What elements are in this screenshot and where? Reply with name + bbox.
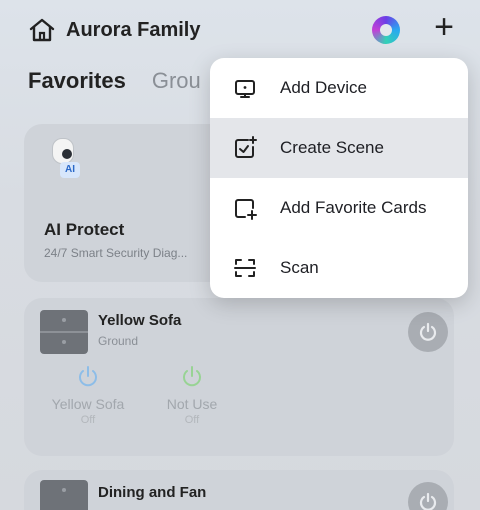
sub-switch-state: Off — [80, 414, 96, 426]
device-card-dining-and-fan[interactable]: Dining and Fan — [24, 470, 454, 510]
camera-icon: AI — [48, 136, 82, 182]
tab-groups[interactable]: Grou — [152, 68, 201, 94]
home-icon[interactable] — [28, 16, 56, 44]
family-name[interactable]: Aurora Family — [66, 19, 200, 42]
add-button[interactable]: + — [428, 10, 460, 44]
add-device-icon — [232, 75, 258, 101]
menu-item-label: Add Device — [280, 78, 367, 97]
sub-switch-1[interactable]: Yellow Sofa Off — [38, 364, 138, 426]
sub-switch-2[interactable]: Not Use Off — [142, 364, 242, 426]
switch-device-icon — [40, 310, 88, 354]
menu-item-add-device[interactable]: Add Device — [210, 58, 468, 118]
device-power-button[interactable] — [408, 312, 448, 352]
menu-item-label: Scan — [280, 258, 319, 277]
device-name: Dining and Fan — [98, 484, 207, 501]
menu-item-scan[interactable]: Scan — [210, 238, 468, 298]
sub-switch-name: Not Use — [166, 396, 218, 412]
device-card-yellow-sofa[interactable]: Yellow Sofa Ground Yellow Sofa Off Not U… — [24, 298, 454, 456]
device-room: Ground — [98, 334, 139, 348]
device-power-button[interactable] — [408, 482, 448, 510]
add-menu-dropdown: Add Device Create Scene Add Favorite Car… — [210, 58, 468, 298]
power-icon — [179, 364, 205, 390]
sub-switch-state: Off — [184, 414, 200, 426]
add-favorite-cards-icon — [232, 195, 258, 221]
ai-protect-subtitle: 24/7 Smart Security Diag... — [44, 246, 188, 260]
room-tabs: Favorites Grou — [28, 68, 201, 94]
scan-icon — [232, 255, 258, 281]
device-name: Yellow Sofa — [98, 312, 182, 329]
switch-device-icon — [40, 480, 88, 510]
menu-item-add-favorite-cards[interactable]: Add Favorite Cards — [210, 178, 468, 238]
tab-favorites[interactable]: Favorites — [28, 68, 126, 94]
ai-protect-title: AI Protect — [44, 220, 125, 239]
app-screen: Aurora Family + Favorites Grou AI AI Pro… — [0, 0, 480, 510]
menu-item-label: Create Scene — [280, 138, 384, 157]
assistant-logo-icon[interactable] — [372, 16, 400, 44]
ai-badge: AI — [60, 162, 80, 178]
sub-switch-name: Yellow Sofa — [51, 396, 125, 412]
menu-item-label: Add Favorite Cards — [280, 198, 427, 217]
menu-item-create-scene[interactable]: Create Scene — [210, 118, 468, 178]
create-scene-icon — [232, 135, 258, 161]
header: Aurora Family + — [28, 10, 468, 46]
power-icon — [75, 364, 101, 390]
